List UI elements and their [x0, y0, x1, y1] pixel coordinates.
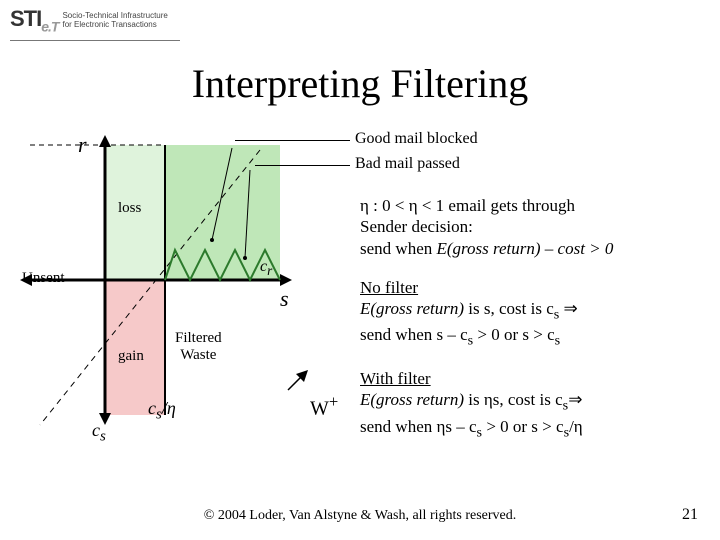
eta-defn: η : 0 < η < 1 email gets through — [360, 195, 710, 216]
leader-label-bad-passed: Bad mail passed — [355, 155, 460, 173]
page-number: 21 — [682, 506, 698, 524]
cr-label: cr — [260, 258, 272, 279]
cs-over-eta-label: cs/η — [148, 398, 176, 424]
logo-mark-main: STI — [10, 6, 41, 31]
filtering-diagram: r s Unsent loss gain Filtered Waste cr c… — [20, 130, 350, 460]
no-filter-heading: No filter — [360, 277, 710, 298]
brand-logo: STIe.T Socio-Technical Infrastructure fo… — [10, 6, 168, 34]
leader-line-2 — [255, 165, 350, 166]
logo-tagline: Socio-Technical Infrastructure for Elect… — [62, 11, 167, 29]
cs-label: cs — [92, 420, 106, 446]
no-filter-rule: send when s – cs > 0 or s > cs — [360, 324, 710, 350]
leader-line-1 — [235, 140, 350, 141]
diagram-svg — [20, 130, 350, 460]
logo-tag-1: Socio-Technical Infrastructure — [62, 11, 167, 20]
slide-title: Interpreting Filtering — [0, 60, 720, 107]
copyright-footer: © 2004 Loder, Van Alstyne & Wash, all ri… — [0, 508, 720, 524]
axis-r-label: r — [78, 132, 87, 158]
with-filter-block: With filter E(gross return) is ηs, cost … — [360, 368, 710, 441]
unsent-label: Unsent — [22, 270, 65, 287]
logo-mark: STIe.T — [10, 6, 58, 34]
with-filter-return: E(gross return) is ηs, cost is cs⇒ — [360, 389, 710, 415]
with-filter-heading: With filter — [360, 368, 710, 389]
defn-block: η : 0 < η < 1 email gets through Sender … — [360, 195, 710, 259]
loss-label: loss — [118, 200, 141, 217]
gain-label: gain — [118, 348, 144, 365]
logo-tag-2: for Electronic Transactions — [62, 20, 167, 29]
sender-decision-label: Sender decision: — [360, 216, 710, 237]
leader-label-good-blocked: Good mail blocked — [355, 130, 478, 148]
axis-s-label: s — [280, 286, 289, 312]
filtered-waste-label: Filtered Waste — [175, 330, 222, 364]
no-filter-return: E(gross return) is s, cost is cs ⇒ — [360, 298, 710, 324]
logo-mark-sub: e.T — [41, 18, 58, 34]
logo-underline — [10, 40, 180, 41]
sender-decision-rule: send when E(gross return) – cost > 0 — [360, 238, 710, 259]
no-filter-block: No filter E(gross return) is s, cost is … — [360, 277, 710, 350]
explanation-text: η : 0 < η < 1 email gets through Sender … — [360, 195, 710, 460]
with-filter-rule: send when ηs – cs > 0 or s > cs/η — [360, 416, 710, 442]
w-plus-label: W+ — [310, 392, 338, 421]
